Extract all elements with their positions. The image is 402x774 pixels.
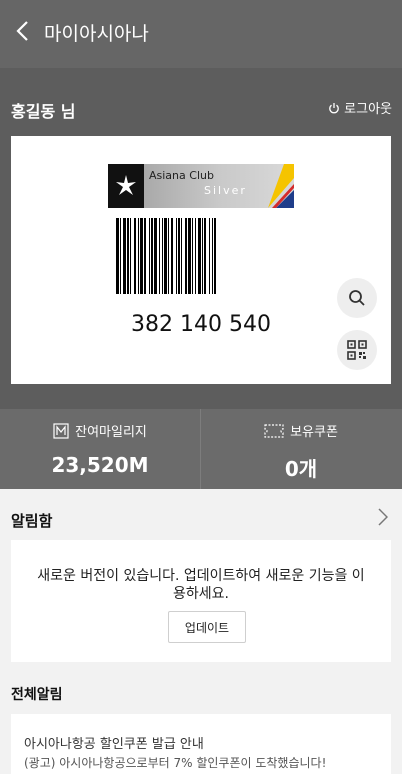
star-alliance-icon — [108, 164, 144, 208]
back-arrow-icon — [16, 21, 28, 41]
power-icon — [329, 102, 339, 113]
back-button[interactable] — [8, 14, 36, 48]
page-title: 마이아시아나 — [44, 23, 149, 45]
notice-item-title: 아시아나항공 할인쿠폰 발급 안내 — [24, 737, 204, 752]
inbox-notice: 새로운 버전이 있습니다. 업데이트하여 새로운 기능을 이용하세요. 업데이트 — [11, 540, 391, 662]
membership-barcode — [116, 218, 216, 294]
coupon-icon — [264, 423, 284, 438]
update-button[interactable]: 업데이트 — [168, 611, 246, 643]
notice-item-preview: (광고) 아시아나항공으로부터 7% 할인쿠폰이 도착했습니다! — [24, 756, 327, 770]
mileage-stat[interactable]: 잔여마일리지 23,520M — [0, 409, 200, 489]
list-item[interactable]: 아시아나항공 할인쿠폰 발급 안내 (광고) 아시아나항공으로부터 7% 할인쿠… — [11, 714, 391, 774]
inbox-title: 알림함 — [11, 512, 53, 530]
club-tier: Silver — [204, 184, 247, 197]
all-notices-title: 전체알림 — [11, 687, 63, 703]
qr-code-button[interactable] — [337, 330, 377, 370]
membership-card: Asiana Club Silver 382 140 540 — [11, 136, 391, 384]
logout-label: 로그아웃 — [344, 102, 392, 117]
search-icon — [349, 290, 365, 306]
zoom-barcode-button[interactable] — [337, 278, 377, 318]
club-name: Asiana Club — [149, 169, 214, 182]
membership-section: 홍길동 님 로그아웃 Asiana Club Silver 382 140 54… — [0, 68, 402, 409]
coupon-label: 보유쿠폰 — [290, 425, 338, 440]
qr-code-icon — [347, 340, 367, 360]
coupon-stat[interactable]: 보유쿠폰 0개 — [201, 409, 401, 489]
membership-number: 382 140 540 — [131, 312, 271, 337]
logout-button[interactable]: 로그아웃 — [328, 98, 392, 117]
chevron-right-icon[interactable] — [378, 508, 388, 526]
stats-bar: 잔여마일리지 23,520M 보유쿠폰 0개 — [0, 409, 402, 489]
coupon-value: 0개 — [284, 457, 318, 481]
update-message: 새로운 버전이 있습니다. 업데이트하여 새로운 기능을 이용하세요. — [37, 568, 365, 602]
logo-stripes — [268, 164, 294, 208]
mileage-icon — [53, 422, 69, 439]
club-tier-logo: Asiana Club Silver — [108, 164, 294, 208]
top-app-bar: 마이아시아나 — [0, 0, 402, 68]
mileage-label: 잔여마일리지 — [75, 425, 147, 440]
mileage-value: 23,520M — [51, 453, 149, 477]
user-name: 홍길동 님 — [11, 102, 76, 121]
